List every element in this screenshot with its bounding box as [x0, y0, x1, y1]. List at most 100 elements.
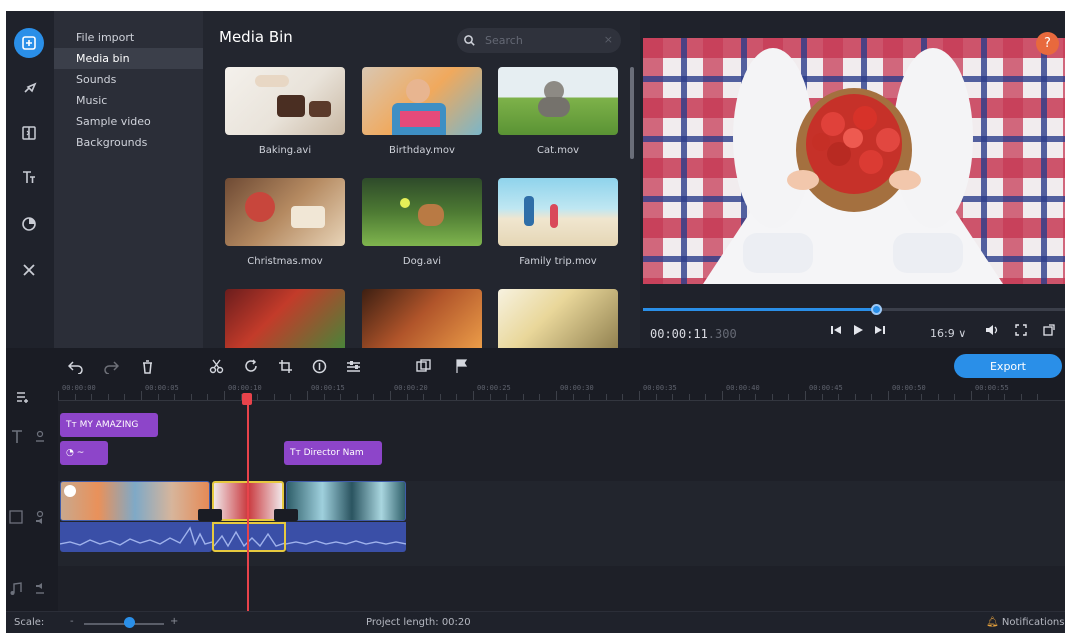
notifications-button[interactable]: 🔔︎ Notifications: [986, 617, 1064, 628]
media-tile-cat[interactable]: Cat.mov: [498, 67, 618, 156]
thumbnail-football: [225, 289, 345, 348]
transition-marker[interactable]: [274, 509, 298, 521]
ruler-tick-mark: [58, 391, 59, 400]
subnav-item-media-bin[interactable]: Media bin: [54, 48, 203, 69]
ruler-tick-label: 00:00:05: [145, 384, 179, 392]
help-button[interactable]: ?: [1036, 32, 1059, 55]
ruler-tick-mark: [489, 394, 491, 400]
subnav-item-sounds[interactable]: Sounds: [54, 69, 203, 90]
ruler-tick-mark: [373, 394, 375, 400]
ruler-tick-mark: [323, 394, 325, 400]
preview-timecode: 00:00:11.300: [650, 327, 737, 341]
video-clip-birthday[interactable]: [60, 481, 210, 521]
thumbnail-cat: [498, 67, 618, 135]
transition-marker[interactable]: [198, 509, 222, 521]
overlay-icon[interactable]: [416, 359, 431, 378]
play-icon[interactable]: [852, 324, 864, 339]
fullscreen-icon[interactable]: [1015, 324, 1027, 339]
equalizer-icon[interactable]: [346, 359, 361, 378]
undo-icon[interactable]: [67, 359, 83, 378]
clip-settings-icon[interactable]: [64, 485, 76, 497]
filters-icon[interactable]: [14, 209, 44, 239]
titles-icon[interactable]: [14, 162, 44, 192]
import-icon[interactable]: [14, 28, 44, 58]
ruler-tick-label: 00:00:45: [809, 384, 843, 392]
media-tile-dog[interactable]: Dog.avi: [362, 178, 482, 267]
media-tile-party[interactable]: [362, 289, 482, 348]
cut-icon[interactable]: [209, 359, 224, 378]
title-clip-director-name[interactable]: Tт Director Nam: [284, 441, 382, 465]
sticker-clip[interactable]: ◔ ~: [60, 441, 108, 465]
ruler-tick-mark: [556, 391, 557, 400]
marker-flag-icon[interactable]: [454, 359, 469, 378]
audio-clip-strawberries[interactable]: [212, 522, 286, 552]
timeline-ruler[interactable]: 00:00:00 00:00:05 00:00:10 00:00:15 00:00:20…: [58, 381, 1065, 401]
video-clip-surf[interactable]: [286, 481, 406, 521]
media-bin-panel: Media Bin × Baking.avi Birthday.mov: [203, 11, 640, 348]
skip-forward-icon[interactable]: [874, 324, 886, 339]
redo-icon[interactable]: [104, 359, 120, 378]
clip-properties-icon[interactable]: [312, 359, 327, 378]
ruler-tick-mark: [655, 394, 657, 400]
ruler-tick-mark: [971, 391, 972, 400]
media-tile-christmas[interactable]: Christmas.mov: [225, 178, 345, 267]
ruler-tick-mark: [854, 394, 856, 400]
add-track-icon[interactable]: [16, 388, 30, 407]
subnav-item-music[interactable]: Music: [54, 90, 203, 111]
media-tile-sunset[interactable]: [498, 289, 618, 348]
subnav-item-file-import[interactable]: File import: [54, 27, 203, 48]
ruler-tick-mark: [506, 394, 508, 400]
detach-preview-icon[interactable]: [1043, 324, 1055, 339]
ruler-tick-label: 00:00:50: [892, 384, 926, 392]
tools-icon[interactable]: [14, 255, 44, 285]
title-clip-label: Director Nam: [303, 448, 364, 458]
video-preview[interactable]: [643, 38, 1065, 284]
scale-slider-handle[interactable]: [124, 617, 135, 628]
audio-clip-birthday[interactable]: [60, 522, 212, 552]
skip-back-icon[interactable]: [830, 324, 842, 339]
ruler-tick-mark: [788, 394, 790, 400]
transition-icon[interactable]: [14, 118, 44, 148]
volume-icon[interactable]: [985, 324, 999, 339]
ruler-tick-mark: [605, 394, 607, 400]
ruler-tick-label: 00:00:00: [62, 384, 96, 392]
delete-icon[interactable]: [140, 359, 155, 378]
music-track[interactable]: [58, 566, 1065, 611]
media-tile-label: Family trip.mov: [519, 256, 597, 267]
seekbar-handle[interactable]: [871, 304, 882, 315]
search-icon: [464, 35, 475, 46]
ruler-tick-mark: [307, 391, 308, 400]
title-track[interactable]: [58, 401, 1065, 481]
zoom-out-icon[interactable]: -: [70, 616, 74, 627]
media-bin-title: Media Bin: [219, 28, 293, 46]
title-clip-my-amazing[interactable]: Tт MY AMAZING: [60, 413, 158, 437]
crop-icon[interactable]: [278, 359, 293, 378]
zoom-in-icon[interactable]: +: [170, 616, 178, 627]
playhead-handle[interactable]: [242, 393, 252, 405]
title-clip-label: MY AMAZING: [79, 420, 139, 430]
aspect-ratio-dropdown[interactable]: 16:9 ∨: [930, 327, 966, 340]
pin-icon[interactable]: [14, 73, 44, 103]
rotate-icon[interactable]: [244, 359, 259, 378]
seekbar-progress: [643, 308, 876, 311]
audio-clip-surf[interactable]: [286, 522, 406, 552]
search-input[interactable]: [485, 32, 595, 49]
clear-search-icon[interactable]: ×: [604, 33, 613, 46]
ruler-tick-mark: [257, 394, 259, 400]
ruler-tick-mark: [406, 394, 408, 400]
preview-seekbar[interactable]: [643, 308, 1065, 311]
timeline-playhead[interactable]: [247, 393, 249, 619]
export-button[interactable]: Export: [954, 354, 1062, 378]
subnav-item-sample-video[interactable]: Sample video: [54, 111, 203, 132]
media-tile-baking[interactable]: Baking.avi: [225, 67, 345, 156]
media-tile-birthday[interactable]: Birthday.mov: [362, 67, 482, 156]
media-tile-label: Baking.avi: [258, 145, 312, 156]
ruler-tick-mark: [522, 394, 524, 400]
subnav-item-backgrounds[interactable]: Backgrounds: [54, 132, 203, 153]
media-tile-football[interactable]: [225, 289, 345, 348]
ruler-tick-mark: [771, 394, 773, 400]
media-tile-family-trip[interactable]: Family trip.mov: [498, 178, 618, 267]
media-tile-label: Birthday.mov: [389, 145, 455, 156]
media-bin-scrollbar[interactable]: [630, 67, 634, 159]
search-box[interactable]: ×: [457, 28, 621, 53]
